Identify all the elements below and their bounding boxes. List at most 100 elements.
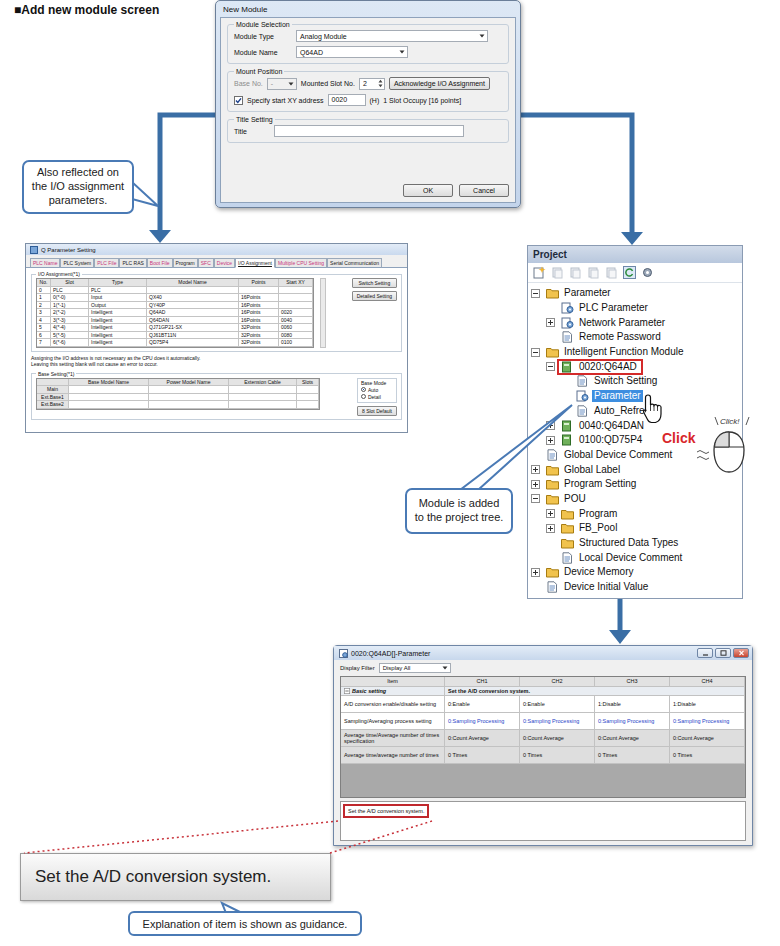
tree-item[interactable]: Program	[531, 506, 742, 521]
dialog-button[interactable]: Cancel	[459, 184, 509, 197]
toolbar-disabled-icon[interactable]	[569, 266, 582, 279]
io-cell[interactable]: 5	[37, 324, 51, 332]
tree-label[interactable]: Device Memory	[562, 566, 635, 578]
io-cell[interactable]: 4(*-4)	[51, 324, 89, 332]
io-cell[interactable]: 16Points	[239, 302, 279, 310]
io-cell[interactable]: QY40P	[147, 302, 239, 310]
base-cell[interactable]	[297, 401, 319, 409]
minimize-button[interactable]	[697, 648, 713, 658]
tree-label[interactable]: 0040:Q64DAN	[577, 420, 646, 432]
io-cell[interactable]: 0060	[279, 324, 313, 332]
base-row[interactable]: Main	[37, 386, 319, 394]
tree-node[interactable]: Auto_Refre	[572, 403, 651, 419]
tree-label[interactable]: Global Device Comment	[562, 449, 674, 461]
io-cell[interactable]: QJ61BT11N	[147, 332, 239, 340]
tab[interactable]: Device	[214, 258, 235, 268]
tab[interactable]: PLC RAS	[119, 258, 146, 268]
io-cell[interactable]: 0020	[279, 309, 313, 317]
io-cell[interactable]: PLC	[51, 287, 89, 295]
base-cell[interactable]	[229, 394, 297, 402]
tree-label[interactable]: Switch Setting	[592, 375, 659, 387]
tab[interactable]: Serial Communication	[327, 258, 382, 268]
title-input[interactable]	[274, 125, 464, 137]
io-row[interactable]: 0PLCPLC	[37, 287, 313, 295]
collapse-icon[interactable]	[531, 348, 540, 357]
value-cell[interactable]: 1:Disable	[670, 696, 745, 713]
io-row[interactable]: 32(*-2)IntelligentQ64AD16Points0020	[37, 309, 313, 317]
tree-item[interactable]: 0040:Q64DAN	[531, 418, 742, 433]
collapse-icon[interactable]	[531, 494, 540, 503]
tree-item[interactable]: Global Device Comment	[531, 448, 742, 463]
radio-option[interactable]: Detail	[361, 394, 393, 400]
base-cell[interactable]	[69, 386, 149, 394]
io-cell[interactable]: 0(*-0)	[51, 294, 89, 302]
tree-label[interactable]: Local Device Comment	[577, 552, 684, 564]
expand-icon[interactable]	[531, 568, 540, 577]
io-row[interactable]: 10(*-0)InputQX4016Points	[37, 294, 313, 302]
value-cell[interactable]: 0:Sampling Processing	[445, 713, 520, 730]
tree-label[interactable]: PLC Parameter	[577, 302, 650, 314]
value-cell[interactable]: 1:Disable	[595, 696, 670, 713]
tree-label[interactable]: Global Label	[562, 464, 622, 476]
tree-node[interactable]: Parameter	[542, 285, 617, 301]
io-cell[interactable]: 1	[37, 294, 51, 302]
base-cell[interactable]	[149, 401, 229, 409]
tree-node[interactable]: Network Parameter	[557, 315, 671, 331]
tab[interactable]: Multiple CPU Setting	[275, 258, 327, 268]
maximize-button[interactable]	[715, 648, 731, 658]
tree-item[interactable]: Parameter	[531, 389, 742, 404]
group-cell[interactable]: Basic setting	[341, 687, 445, 697]
io-cell[interactable]: 2(*-2)	[51, 309, 89, 317]
io-cell[interactable]: Input	[89, 294, 147, 302]
toolbar-disabled-icon[interactable]	[587, 266, 600, 279]
expand-icon[interactable]	[546, 421, 555, 430]
io-cell[interactable]: PLC	[89, 287, 147, 295]
toolbar-disabled-icon[interactable]	[551, 266, 564, 279]
tree-label[interactable]: 0100:QD75P4	[577, 434, 644, 446]
base-row[interactable]: Ext.Base2	[37, 401, 319, 409]
radio[interactable]	[361, 394, 366, 399]
tree-node[interactable]: FB_Pool	[557, 520, 623, 536]
io-cell[interactable]: 4	[37, 317, 51, 325]
collapse-icon[interactable]	[344, 688, 350, 694]
io-cell[interactable]: Intelligent	[89, 339, 147, 347]
io-cell[interactable]: 6	[37, 332, 51, 340]
tree-node[interactable]: Local Device Comment	[557, 550, 688, 566]
tree-node[interactable]: Program	[557, 506, 623, 522]
slot-spinner[interactable]: 2	[359, 78, 385, 90]
base-cell[interactable]	[69, 401, 149, 409]
io-cell[interactable]: 2	[37, 302, 51, 310]
io-cell[interactable]: 0100	[279, 339, 313, 347]
io-cell[interactable]: 7	[37, 339, 51, 347]
collapse-icon[interactable]	[531, 289, 540, 298]
tree-label[interactable]: Structured Data Types	[577, 537, 680, 549]
expand-icon[interactable]	[546, 436, 555, 445]
close-button[interactable]	[733, 648, 749, 658]
value-cell[interactable]: 0:Enable	[445, 696, 520, 713]
io-cell[interactable]	[239, 287, 279, 295]
parameter-row[interactable]: Average time/Average number of times spe…	[341, 730, 745, 747]
io-row[interactable]: 54(*-4)IntelligentQJ71GP21-SX32Points006…	[37, 324, 313, 332]
io-cell[interactable]: 16Points	[239, 317, 279, 325]
module-combo[interactable]: Q64AD	[296, 46, 408, 58]
base-cell[interactable]	[229, 386, 297, 394]
value-cell[interactable]: 0:Sampling Processing	[520, 713, 595, 730]
io-cell[interactable]: 3(*-3)	[51, 317, 89, 325]
io-cell[interactable]: Intelligent	[89, 309, 147, 317]
tab[interactable]: I/O Assignment	[235, 258, 275, 268]
tree-item[interactable]: Remote Password	[531, 330, 742, 345]
tree-node[interactable]: 0100:QD75P4	[557, 432, 648, 448]
spin-arrows-icon[interactable]	[378, 79, 383, 88]
tree-item[interactable]: Device Initial Value	[531, 580, 742, 595]
io-cell[interactable]: Intelligent	[89, 317, 147, 325]
expand-icon[interactable]	[531, 480, 540, 489]
tree-item[interactable]: Auto_Refre	[531, 404, 742, 419]
base-cell[interactable]	[229, 401, 297, 409]
tree-node[interactable]: Switch Setting	[572, 373, 663, 389]
tree-label[interactable]: Parameter	[592, 390, 643, 402]
tree-node[interactable]: Global Device Comment	[542, 447, 678, 463]
io-cell[interactable]: Q64AD	[147, 309, 239, 317]
base-row[interactable]: Ext.Base1	[37, 394, 319, 402]
base-cell[interactable]	[149, 386, 229, 394]
io-cell[interactable]: Q64DAN	[147, 317, 239, 325]
